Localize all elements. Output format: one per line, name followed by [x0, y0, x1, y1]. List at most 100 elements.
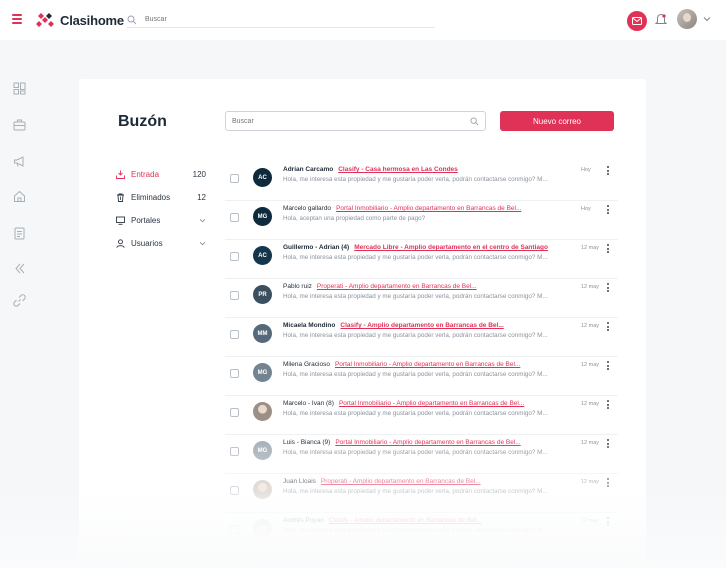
- message-sender: Adrian Carcamo: [283, 166, 334, 173]
- folder-deleted[interactable]: Eliminados 12: [116, 186, 206, 209]
- search-icon: [127, 15, 137, 24]
- message-preview: Hola, aceptan una propiedad como parte d…: [283, 215, 426, 222]
- more-options-icon[interactable]: [607, 400, 610, 410]
- message-header: Micaela Mondino Clasify - Amplio departam…: [283, 322, 504, 329]
- avatar: [253, 480, 272, 499]
- avatar-initials: MG: [257, 213, 268, 220]
- message-subject-link[interactable]: Portal Inmobiliario - Amplio departament…: [339, 400, 524, 407]
- avatar: AP: [253, 519, 272, 538]
- message-header: Pablo ruiz Properati - Amplio departament…: [283, 283, 477, 290]
- more-options-icon[interactable]: [607, 322, 610, 332]
- message-sender: Milena Gracioso: [283, 361, 330, 368]
- document-icon[interactable]: [13, 227, 26, 240]
- message-checkbox[interactable]: [230, 252, 239, 261]
- more-options-icon[interactable]: [607, 439, 610, 449]
- message-row[interactable]: MG Marcelo gallardo Portal Inmobiliario - …: [225, 201, 618, 240]
- message-row[interactable]: AP Andrés Puyao Clasify - Amplio departame…: [225, 513, 618, 552]
- message-row[interactable]: Marcelo - Ivan (8) Portal Inmobiliario - …: [225, 396, 618, 435]
- folder-portals[interactable]: Portales: [116, 209, 206, 232]
- mail-icon: [632, 17, 642, 25]
- dashboard-icon[interactable]: [13, 82, 26, 95]
- folder-count: 12: [197, 193, 206, 202]
- message-subject-link[interactable]: Portal Inmobiliario - Amplio departament…: [336, 205, 521, 212]
- mail-search[interactable]: [225, 111, 486, 131]
- folder-label: Eliminados: [131, 193, 171, 202]
- user-avatar[interactable]: [677, 9, 697, 29]
- more-options-icon[interactable]: [607, 361, 610, 371]
- more-options-icon[interactable]: [607, 517, 610, 527]
- mail-button[interactable]: [627, 11, 647, 31]
- mail-search-input[interactable]: [232, 117, 470, 125]
- message-row[interactable]: MM Micaela Mondino Clasify - Amplio depart…: [225, 318, 618, 357]
- chevron-down-icon[interactable]: [199, 218, 206, 223]
- message-subject-link[interactable]: Portal Inmobiliario - Amplio departament…: [335, 439, 520, 446]
- folder-inbox[interactable]: Entrada 120: [116, 163, 206, 186]
- left-rail: [0, 40, 40, 568]
- menu-icon[interactable]: [12, 14, 22, 24]
- message-preview: Hola, me interesa esta propiedad y me gu…: [283, 293, 548, 300]
- message-header: Andrés Puyao Clasify - Amplio departament…: [283, 517, 482, 524]
- folder-nav: Entrada 120 Eliminados 12 Portales Usuar…: [116, 163, 206, 255]
- app-name: Clasihome: [60, 12, 124, 28]
- message-date: 12 may: [581, 245, 600, 251]
- avatar: AC: [253, 246, 272, 265]
- message-checkbox[interactable]: [230, 213, 239, 222]
- chevron-down-icon[interactable]: [199, 241, 206, 246]
- message-checkbox[interactable]: [230, 174, 239, 183]
- message-preview: Hola, me interesa esta propiedad y me gu…: [283, 527, 548, 534]
- message-row[interactable]: MG Luis - Bianca (9) Portal Inmobiliario -…: [225, 435, 618, 474]
- chevron-down-icon[interactable]: [703, 16, 711, 22]
- message-sender: Luis - Bianca (9): [283, 439, 331, 446]
- new-mail-button[interactable]: Nuevo correo: [500, 111, 614, 131]
- user-icon: [116, 239, 125, 248]
- top-search-input[interactable]: [145, 16, 405, 23]
- message-checkbox[interactable]: [230, 486, 239, 495]
- message-checkbox[interactable]: [230, 525, 239, 534]
- message-row[interactable]: AC Adrian Carcamo Clasify - Casa hermosa e…: [225, 162, 618, 201]
- chevrons-left-icon[interactable]: [13, 262, 26, 275]
- top-bar: Clasihome: [0, 0, 726, 40]
- folder-users[interactable]: Usuarios: [116, 232, 206, 255]
- message-checkbox[interactable]: [230, 291, 239, 300]
- message-checkbox[interactable]: [230, 447, 239, 456]
- briefcase-icon[interactable]: [13, 118, 26, 131]
- message-sender: Andrés Puyao: [283, 517, 324, 524]
- message-subject-link[interactable]: Clasify - Amplio departamento en Barranc…: [340, 322, 503, 329]
- more-options-icon[interactable]: [607, 205, 610, 215]
- message-subject-link[interactable]: Clasify - Casa hermosa en Las Condes: [338, 166, 458, 173]
- avatar-initials: MG: [257, 369, 268, 376]
- message-preview: Hola, me interesa esta propiedad y me gu…: [283, 176, 548, 183]
- more-options-icon[interactable]: [607, 166, 610, 176]
- message-subject-link[interactable]: Clasify - Amplio departamento en Barranc…: [329, 517, 482, 524]
- message-subject-link[interactable]: Mercado Libre - Amplio departamento en e…: [354, 244, 548, 251]
- message-checkbox[interactable]: [230, 330, 239, 339]
- inbox-icon: [116, 170, 125, 179]
- link-icon[interactable]: [13, 294, 26, 307]
- message-preview: Hola, me interesa esta propiedad y me gu…: [283, 488, 548, 495]
- message-checkbox[interactable]: [230, 408, 239, 417]
- message-subject-link[interactable]: Portal Inmobiliario - Amplio departament…: [335, 361, 520, 368]
- logo-mark-icon: [36, 13, 54, 27]
- message-preview: Hola, me interesa esta propiedad y me gu…: [283, 254, 548, 261]
- message-sender: Marcelo - Ivan (8): [283, 400, 334, 407]
- message-row[interactable]: AC Guillermo - Adrian (4) Mercado Libre - …: [225, 240, 618, 279]
- more-options-icon[interactable]: [607, 478, 610, 488]
- more-options-icon[interactable]: [607, 244, 610, 254]
- page-title: Buzón: [118, 113, 167, 130]
- more-options-icon[interactable]: [607, 283, 610, 293]
- message-subject-link[interactable]: Properati - Amplio departamento en Barra…: [321, 478, 481, 485]
- megaphone-icon[interactable]: [13, 155, 26, 168]
- avatar-initials: AC: [258, 174, 267, 181]
- message-row[interactable]: PR Pablo ruiz Properati - Amplio departame…: [225, 279, 618, 318]
- message-row[interactable]: MG Milena Gracioso Portal Inmobiliario - A…: [225, 357, 618, 396]
- logo[interactable]: Clasihome: [35, 11, 124, 29]
- message-header: Marcelo gallardo Portal Inmobiliario - Am…: [283, 205, 521, 212]
- top-search[interactable]: [127, 12, 435, 28]
- message-subject-link[interactable]: Properati - Amplio departamento en Barra…: [317, 283, 477, 290]
- message-date: 12 may: [581, 479, 600, 485]
- bell-icon[interactable]: [655, 13, 667, 27]
- message-date: Hoy: [581, 206, 591, 212]
- message-row[interactable]: Juan Lloais Properati - Amplio departamen…: [225, 474, 618, 513]
- message-checkbox[interactable]: [230, 369, 239, 378]
- home-icon[interactable]: [13, 190, 26, 203]
